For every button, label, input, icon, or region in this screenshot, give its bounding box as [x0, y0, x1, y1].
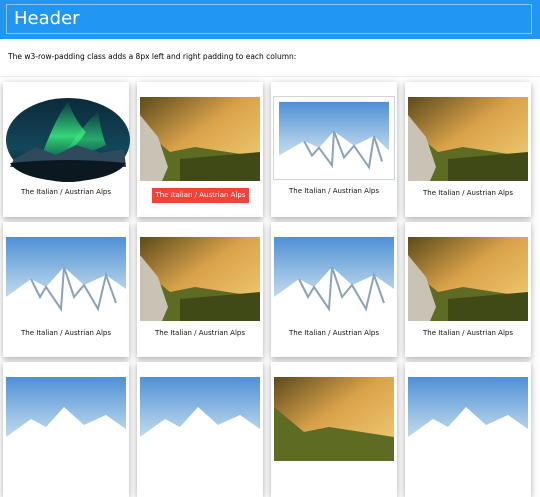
card-forest-valley: The Italian / Austrian Alps — [405, 82, 531, 217]
card-label: The Italian / Austrian Alps — [423, 329, 513, 337]
card-forest-valley: The Italian / Austrian Alps — [137, 222, 263, 357]
forest-valley-image — [408, 237, 528, 321]
card-forest-valley: The Italian / Austrian Alps — [405, 222, 531, 357]
card-label: The Italian / Austrian Alps — [21, 329, 111, 337]
forest-valley-image — [140, 237, 260, 321]
card-snowy-mountains: The Italian / Austrian Alps — [3, 222, 129, 357]
card-label: The Italian / Austrian Alps — [289, 187, 379, 195]
card-aurora: The Italian / Austrian Alps — [3, 82, 130, 217]
card-snowy-mountains — [405, 362, 531, 497]
card-forest-valley: The Italian / Austrian Alps — [137, 82, 263, 217]
aurora-image — [6, 97, 130, 183]
forest-valley-image — [274, 377, 394, 461]
card-label: The Italian / Austrian Alps — [423, 189, 513, 197]
intro-text: The w3-row-padding class adds a 8px left… — [8, 52, 297, 61]
snowy-mountains-image — [6, 377, 126, 461]
card-snowy-mountains: The Italian / Austrian Alps — [271, 222, 397, 357]
card-snowy-mountains — [3, 362, 129, 497]
card-label: The Italian / Austrian Alps — [155, 329, 245, 337]
divider — [0, 76, 540, 77]
snowy-mountains-image — [140, 377, 260, 461]
header-bar: Header — [0, 0, 540, 39]
card-forest-valley — [271, 362, 397, 497]
card-label: The Italian / Austrian Alps — [289, 329, 379, 337]
snowy-mountains-image — [6, 237, 126, 321]
card-snowy-mountains: The Italian / Austrian Alps — [271, 82, 397, 217]
snowy-mountains-image — [273, 96, 395, 180]
card-snowy-mountains — [137, 362, 263, 497]
forest-valley-image — [140, 97, 260, 181]
snowy-mountains-image — [408, 377, 528, 461]
card-label-button[interactable]: The Italian / Austrian Alps — [152, 188, 249, 203]
header-title: Header — [6, 4, 532, 34]
snowy-mountains-image — [274, 237, 394, 321]
forest-valley-image — [408, 97, 528, 181]
card-label: The Italian / Austrian Alps — [21, 188, 111, 196]
